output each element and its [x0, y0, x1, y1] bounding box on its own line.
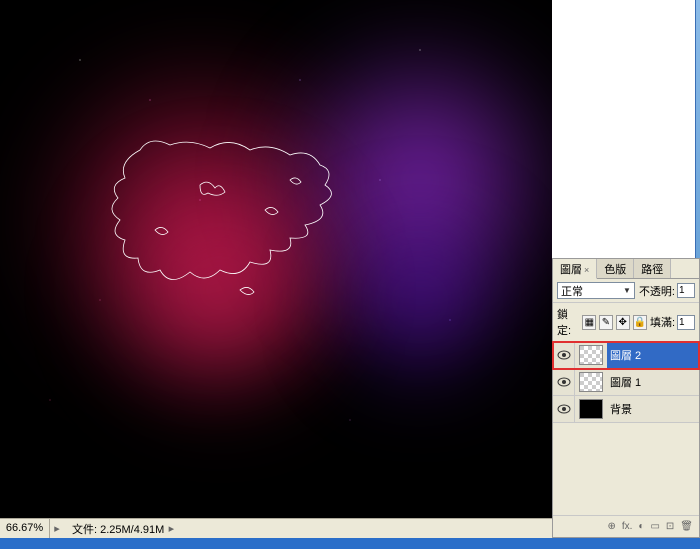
link-layers-icon[interactable]: ⊕ — [607, 521, 615, 532]
blend-row: 正常 ▼ 不透明: 1 — [553, 279, 699, 303]
stars — [0, 0, 552, 518]
lock-transparency-icon[interactable]: ▦ — [582, 315, 596, 330]
lock-all-icon[interactable]: 🔒 — [633, 315, 647, 330]
new-folder-icon[interactable]: ▭ — [650, 521, 659, 532]
lock-move-icon[interactable]: ✥ — [616, 315, 630, 330]
layer-fx-icon[interactable]: fx. — [622, 521, 633, 532]
panel-footer: ⊕ fx. ◐ ▭ ⊡ 🗑 — [553, 515, 699, 537]
chevron-down-icon: ▼ — [623, 286, 631, 295]
lock-row: 鎖定: ▦ ✎ ✥ 🔒 填滿: 1 — [553, 303, 699, 342]
fill-label: 填滿: — [650, 314, 675, 330]
layer-row[interactable]: 圖層 2 — [553, 342, 699, 369]
layer-mask-icon[interactable]: ◐ — [638, 521, 644, 532]
visibility-toggle[interactable] — [553, 342, 575, 368]
zoom-level[interactable]: 66.67% — [0, 519, 50, 538]
visibility-toggle[interactable] — [553, 396, 575, 422]
blend-mode-value: 正常 — [561, 283, 583, 299]
chevron-right-icon[interactable]: ▸ — [164, 522, 178, 535]
layers-list: 圖層 2 圖層 1 背景 — [553, 342, 699, 423]
layer-name[interactable]: 圖層 1 — [610, 374, 641, 390]
tab-layers-label: 圖層 — [560, 264, 582, 276]
window-edge — [695, 0, 700, 258]
lock-label: 鎖定: — [557, 306, 579, 338]
blend-mode-select[interactable]: 正常 ▼ — [557, 282, 635, 299]
new-layer-icon[interactable]: ⊡ — [666, 521, 674, 532]
layer-thumbnail[interactable] — [579, 372, 603, 392]
opacity-value[interactable]: 1 — [677, 283, 695, 298]
document-canvas[interactable] — [0, 0, 552, 518]
tab-layers[interactable]: 圖層× — [553, 259, 597, 279]
panel-tabs: 圖層× 色版 路徑 — [553, 259, 699, 279]
fill-control[interactable]: 填滿: 1 — [650, 314, 695, 330]
layer-thumbnail[interactable] — [579, 399, 603, 419]
layers-panel: 圖層× 色版 路徑 正常 ▼ 不透明: 1 鎖定: ▦ ✎ ✥ 🔒 填滿: 1 … — [552, 258, 700, 538]
layer-name[interactable]: 背景 — [610, 401, 632, 417]
close-icon[interactable]: × — [584, 265, 589, 275]
taskbar-edge — [0, 538, 700, 549]
tab-paths[interactable]: 路徑 — [634, 259, 671, 278]
layer-row[interactable]: 背景 — [553, 396, 699, 423]
trash-icon[interactable]: 🗑 — [680, 521, 693, 532]
status-bar: 66.67% ▸ 文件: 2.25M/4.91M ▸ — [0, 518, 552, 538]
opacity-control[interactable]: 不透明: 1 — [639, 283, 695, 299]
fill-value[interactable]: 1 — [677, 315, 695, 330]
visibility-toggle[interactable] — [553, 369, 575, 395]
file-size-info: 文件: 2.25M/4.91M — [64, 521, 164, 537]
layer-thumbnail[interactable] — [579, 345, 603, 365]
lock-paint-icon[interactable]: ✎ — [599, 315, 613, 330]
chevron-right-icon[interactable]: ▸ — [50, 522, 64, 535]
layer-row[interactable]: 圖層 1 — [553, 369, 699, 396]
opacity-label: 不透明: — [639, 283, 675, 299]
layer-name[interactable]: 圖層 2 — [610, 347, 641, 363]
tab-channels[interactable]: 色版 — [597, 259, 634, 278]
